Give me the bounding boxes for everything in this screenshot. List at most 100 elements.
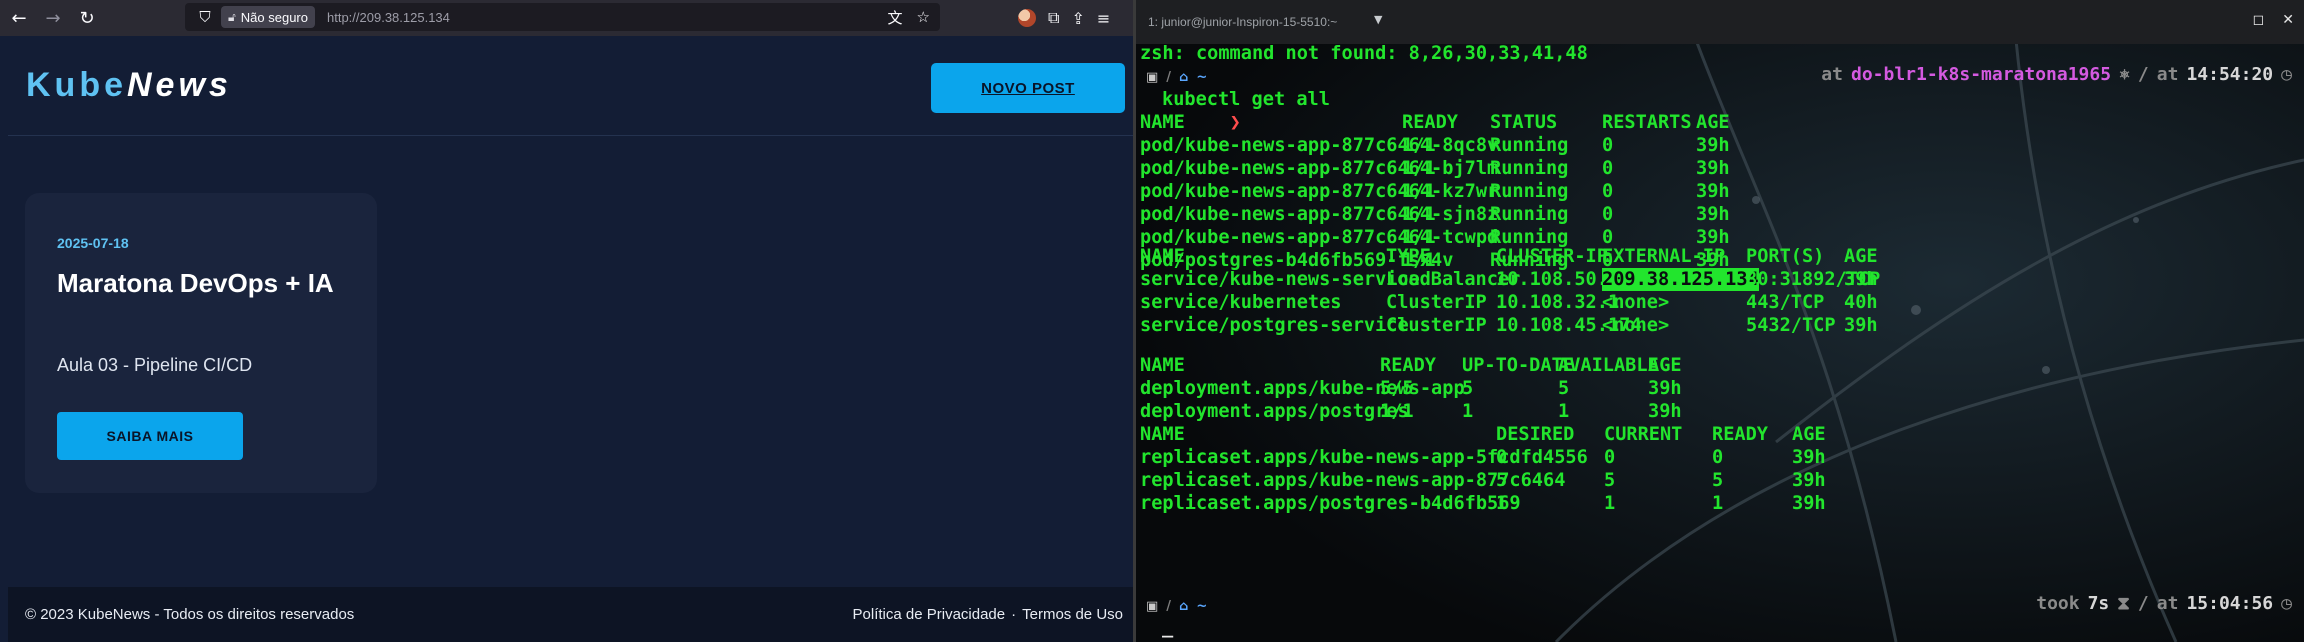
- footer-copyright: © 2023 KubeNews - Todos os direitos rese…: [25, 606, 355, 623]
- table-cell: 5432/TCP: [1746, 315, 1836, 336]
- terminal-title: 1: junior@junior-Inspiron-15-5510:~: [1148, 15, 1338, 29]
- back-icon[interactable]: ←: [4, 3, 34, 33]
- shield-icon[interactable]: ⛉: [193, 5, 217, 29]
- table-cell: pod/kube-news-app-877c6464-8qc8v: [1140, 135, 1499, 156]
- home-path-icon: ~: [1196, 70, 1208, 85]
- table-cell: service/postgres-service: [1140, 315, 1409, 336]
- table-cell: 0: [1496, 447, 1508, 468]
- took-label: took: [2036, 593, 2080, 614]
- table-cell: 39h: [1696, 158, 1730, 179]
- post-date: 2025-07-18: [57, 235, 129, 251]
- os-icon: ▣: [1146, 599, 1159, 614]
- url-bar[interactable]: ⛉ 🔓︎ Não seguro http://209.38.125.134 文 …: [185, 3, 940, 31]
- privacy-link[interactable]: Política de Privacidade: [853, 606, 1006, 623]
- share-icon[interactable]: ⇪: [1071, 9, 1084, 28]
- site-logo[interactable]: KubeNews: [26, 66, 232, 105]
- table-cell: 40h: [1844, 292, 1878, 313]
- table-cell: 39h: [1792, 493, 1826, 514]
- prompt-at-time: at: [2156, 64, 2179, 85]
- table-cell: Running: [1490, 181, 1569, 202]
- table-cell: 10.108.32.1: [1496, 292, 1620, 313]
- forward-icon[interactable]: →: [38, 3, 68, 33]
- table-cell: 1/1: [1380, 401, 1414, 422]
- table-cell: 39h: [1696, 181, 1730, 202]
- helm-icon: ⎈: [2119, 64, 2130, 85]
- site-header: KubeNews NOVO POST: [8, 36, 1133, 136]
- terms-link[interactable]: Termos de Uso: [1022, 606, 1123, 623]
- security-label: Não seguro: [240, 9, 308, 25]
- prompt-symbol: ❯: [1229, 112, 1241, 133]
- error-line: zsh: command not found: 8,26,30,33,41,48: [1140, 43, 1588, 64]
- table-cell: NAME: [1140, 424, 1185, 445]
- terminal-output[interactable]: zsh: command not found: 8,26,30,33,41,48…: [1136, 42, 2304, 642]
- table-cell: 1: [1462, 401, 1474, 422]
- table-cell: pod/kube-news-app-877c6464-bj7lm: [1140, 158, 1499, 179]
- menu-icon[interactable]: ≡: [1097, 9, 1110, 28]
- table-cell: AVAILABLE: [1558, 355, 1659, 376]
- table-cell: 1/1: [1402, 204, 1436, 225]
- web-page: KubeNews NOVO POST 2025-07-18 Maratona D…: [8, 36, 1133, 642]
- table-cell: deployment.apps/kube-news-app: [1140, 378, 1465, 399]
- table-cell: 39h: [1792, 447, 1826, 468]
- prompt-time: 14:54:20: [2186, 64, 2274, 85]
- close-icon[interactable]: ✕: [2282, 12, 2294, 28]
- table-cell: 39h: [1792, 470, 1826, 491]
- bookmark-star-icon[interactable]: ☆: [917, 8, 930, 26]
- table-cell: 0: [1602, 181, 1614, 202]
- new-post-button[interactable]: NOVO POST: [931, 63, 1125, 113]
- table-cell: deployment.apps/postgres: [1140, 401, 1409, 422]
- command-text: kubectl get all: [1162, 89, 1330, 110]
- table-cell: service/kube-news-service: [1140, 269, 1420, 290]
- table-cell: 5: [1712, 470, 1724, 491]
- chevron-down-icon[interactable]: ▼: [1374, 13, 1382, 26]
- table-cell: ClusterIP: [1386, 315, 1487, 336]
- table-cell: pod/kube-news-app-877c6464-kz7wr: [1140, 181, 1499, 202]
- table-cell: service/kubernetes: [1140, 292, 1342, 313]
- extensions-icon[interactable]: ⧉: [1048, 8, 1059, 28]
- prompt-time: 15:04:56: [2186, 593, 2274, 614]
- table-cell: 1/1: [1402, 181, 1436, 202]
- table-cell: 39h: [1696, 204, 1730, 225]
- k8s-context: do-blr1-k8s-maratona1965: [1850, 64, 2112, 85]
- table-cell: AGE: [1844, 246, 1878, 267]
- table-cell: PORT(S): [1746, 246, 1825, 267]
- table-cell: 5/5: [1380, 378, 1414, 399]
- table-cell: 39h: [1648, 378, 1682, 399]
- table-cell: 5: [1496, 470, 1508, 491]
- table-cell: pod/kube-news-app-877c6464-sjn8z: [1140, 204, 1499, 225]
- table-cell: 1/1: [1402, 135, 1436, 156]
- took-duration: 7s: [2087, 593, 2110, 614]
- table-cell: <none>: [1602, 292, 1670, 313]
- security-indicator[interactable]: 🔓︎ Não seguro: [221, 6, 315, 28]
- table-cell: <none>: [1602, 315, 1670, 336]
- table-cell: 1/1: [1402, 158, 1436, 179]
- input-line[interactable]: ❯ _: [1140, 616, 1241, 642]
- table-cell: NAME: [1140, 355, 1185, 376]
- maximize-icon[interactable]: ◻: [2253, 12, 2265, 28]
- table-cell: 39h: [1696, 135, 1730, 156]
- table-cell: 0: [1712, 447, 1724, 468]
- terminal-window: 1: junior@junior-Inspiron-15-5510:~ ▼ ◻ …: [1136, 0, 2304, 642]
- table-cell: 5: [1604, 470, 1616, 491]
- url-text[interactable]: http://209.38.125.134: [327, 10, 450, 25]
- table-cell: 0: [1602, 158, 1614, 179]
- translate-icon[interactable]: 文: [888, 7, 903, 28]
- table-cell: AGE: [1648, 355, 1682, 376]
- home-icon: ⌂: [1179, 70, 1189, 85]
- read-more-button[interactable]: SAIBA MAIS: [57, 412, 243, 460]
- table-cell: 5: [1558, 378, 1570, 399]
- desktop-screen: ← → ↻ ⛉ 🔓︎ Não seguro http://209.38.125.…: [0, 0, 2304, 642]
- post-subtitle: Aula 03 - Pipeline CI/CD: [57, 355, 253, 375]
- table-cell: 1: [1604, 493, 1616, 514]
- table-cell: replicaset.apps/postgres-b4d6fb569: [1140, 493, 1521, 514]
- table-cell: AGE: [1792, 424, 1826, 445]
- reload-icon[interactable]: ↻: [72, 3, 102, 33]
- terminal-titlebar[interactable]: 1: junior@junior-Inspiron-15-5510:~ ▼ ◻ …: [1136, 0, 2304, 44]
- table-cell: NAME: [1140, 112, 1185, 133]
- clock-icon: ◷: [2281, 593, 2292, 614]
- os-icon: ▣: [1146, 70, 1159, 85]
- account-avatar[interactable]: [1018, 9, 1036, 27]
- table-cell: RESTARTS: [1602, 112, 1692, 133]
- table-cell: EXTERNAL-IP: [1602, 246, 1726, 267]
- command-line: ❯ kubectl get all: [1140, 88, 1330, 133]
